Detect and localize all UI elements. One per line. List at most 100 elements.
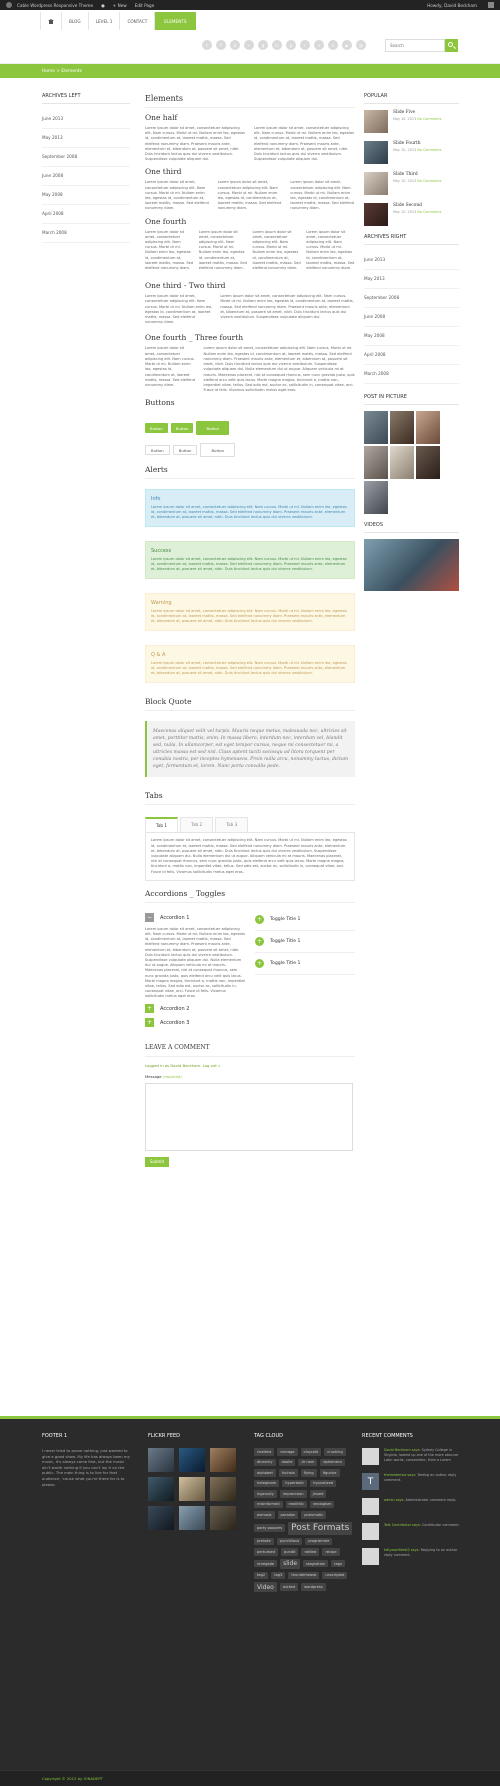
tag-link[interactable]: stagnation xyxy=(303,1559,329,1568)
picture-thumb[interactable] xyxy=(390,411,414,444)
comment-author[interactable]: Test Contributor says: xyxy=(384,1523,421,1527)
tag-link[interactable]: figurine xyxy=(319,1469,340,1477)
picture-thumb[interactable] xyxy=(416,446,440,479)
youtube-icon[interactable]: ▶ xyxy=(342,40,352,50)
tag-link[interactable]: rattled xyxy=(301,1548,320,1556)
tag-link[interactable]: doolie xyxy=(278,1458,296,1466)
twitter-icon[interactable]: t xyxy=(202,40,212,50)
picture-thumb[interactable] xyxy=(364,481,388,514)
nav-elements[interactable]: Elements xyxy=(155,12,196,30)
tag-link[interactable]: flying xyxy=(300,1469,317,1477)
archive-link[interactable]: April 2008 xyxy=(364,346,459,365)
tag-link[interactable]: pneumatic xyxy=(301,1511,327,1519)
tag-link[interactable]: party poopers xyxy=(254,1524,286,1532)
tag-link[interactable]: fuchsia xyxy=(278,1469,298,1477)
popular-post[interactable]: Slide Second May 10, 2013 No Comments xyxy=(364,203,459,226)
video-thumbnail[interactable] xyxy=(364,539,459,591)
flickr-thumb[interactable] xyxy=(210,1506,236,1530)
flickr-thumb[interactable] xyxy=(148,1506,174,1530)
flickr-thumb[interactable] xyxy=(148,1477,174,1501)
post-thumbnail[interactable] xyxy=(364,203,388,226)
tag-link[interactable]: hyperbolic xyxy=(282,1479,308,1487)
tab-1[interactable]: Tab 1 xyxy=(145,817,179,833)
flickr-thumb[interactable] xyxy=(210,1448,236,1472)
tag-link[interactable]: claycold xyxy=(300,1448,322,1456)
toggle-3[interactable]: + Toggle Title 1 xyxy=(255,953,355,975)
flickr-thumb[interactable] xyxy=(179,1448,205,1472)
linkedin-icon[interactable]: in xyxy=(272,40,282,50)
flickr-icon[interactable]: • xyxy=(244,40,254,50)
logged-in-link[interactable]: Logged in as David Beckham. Log out » xyxy=(145,1063,220,1068)
popular-post[interactable]: Slide Third May 10, 2013 No Comments xyxy=(364,172,459,195)
archive-link[interactable]: June 2008 xyxy=(364,308,459,327)
post-title[interactable]: Slide Fourth xyxy=(393,141,441,146)
post-thumbnail[interactable] xyxy=(364,110,388,133)
avatar[interactable]: T xyxy=(362,1473,379,1490)
tag-link[interactable]: ingenuity xyxy=(254,1490,277,1498)
green-button-small[interactable]: Button xyxy=(170,423,194,434)
tag-link[interactable]: punctilious xyxy=(276,1537,303,1545)
white-button-large[interactable]: Button xyxy=(200,443,236,458)
admin-site-link[interactable]: Cable Wordpress Responsive Theme xyxy=(17,3,93,8)
tag-link[interactable]: unscripted xyxy=(322,1571,348,1579)
avatar[interactable] xyxy=(362,1523,379,1540)
tag-link[interactable]: wordpress xyxy=(301,1583,326,1591)
tag-link[interactable]: perturbed xyxy=(254,1548,278,1556)
archive-link[interactable]: March 2008 xyxy=(364,365,459,384)
popular-post[interactable]: Slide Fourth May 10, 2013 No Comments xyxy=(364,141,459,164)
tab-2[interactable]: Tab 2 xyxy=(180,817,214,833)
tag-link[interactable]: ephemera xyxy=(320,1458,345,1466)
admin-avatar[interactable] xyxy=(488,2,494,8)
avatar[interactable] xyxy=(362,1548,379,1565)
tag-link[interactable]: alphabet xyxy=(254,1469,276,1477)
admin-user-link[interactable]: Howdy, David Beckham xyxy=(427,3,477,8)
rss-icon[interactable]: r xyxy=(300,40,310,50)
tag-link[interactable]: misinformed xyxy=(254,1500,283,1508)
tag-link[interactable]: prelude xyxy=(254,1537,274,1545)
tag-link[interactable]: hotegloom xyxy=(254,1479,280,1487)
tag-link[interactable]: slide xyxy=(280,1558,301,1569)
tag-link[interactable]: hypnotized xyxy=(310,1479,337,1487)
tag-link[interactable]: Post Formats xyxy=(288,1521,353,1535)
comment-author[interactable]: tellyworthtest2 says: xyxy=(384,1548,420,1552)
archive-link[interactable]: June 2013 xyxy=(42,110,130,129)
tag-link[interactable]: osmosis xyxy=(254,1511,275,1519)
tag-link[interactable]: paradox xyxy=(277,1511,299,1519)
tab-3[interactable]: Tab 3 xyxy=(215,817,249,833)
flickr-thumb[interactable] xyxy=(179,1477,205,1501)
archive-link[interactable]: June 2013 xyxy=(364,251,459,270)
tag-link[interactable]: renegade xyxy=(254,1559,278,1568)
accordion-3[interactable]: + Accordion 3 xyxy=(145,1018,245,1028)
accordion-1[interactable]: − Accordion 1 xyxy=(145,913,245,923)
tag-link[interactable]: recipe xyxy=(322,1548,340,1556)
comment-author[interactable]: David Beckham says: xyxy=(384,1448,420,1452)
toggle-1[interactable]: + Toggle Title 1 xyxy=(255,909,355,931)
facebook-icon[interactable]: f xyxy=(216,40,226,50)
accordion-2[interactable]: + Accordion 2 xyxy=(145,1004,245,1014)
tag-link[interactable]: dinarchy xyxy=(254,1458,276,1466)
archive-link[interactable]: April 2008 xyxy=(42,205,130,224)
green-button-small[interactable]: Button xyxy=(145,423,168,434)
archive-link[interactable]: September 2008 xyxy=(364,289,459,308)
avatar[interactable] xyxy=(362,1448,379,1465)
post-title[interactable]: Slide Third xyxy=(393,172,441,177)
tag-link[interactable]: dr nom xyxy=(298,1458,318,1466)
email-icon[interactable]: @ xyxy=(356,40,366,50)
white-button-small[interactable]: Button xyxy=(145,445,170,456)
admin-edit-link[interactable]: Edit Page xyxy=(135,3,155,8)
tag-link[interactable]: tags xyxy=(331,1559,345,1568)
avatar[interactable] xyxy=(362,1498,379,1515)
tag-link[interactable]: cienaga xyxy=(277,1448,298,1456)
archive-link[interactable]: May 2008 xyxy=(42,186,130,205)
archive-link[interactable]: September 2008 xyxy=(42,148,130,167)
tag-link[interactable]: chattels xyxy=(254,1448,275,1456)
picture-thumb[interactable] xyxy=(364,446,388,479)
skype-icon[interactable]: s xyxy=(314,40,324,50)
archive-link[interactable]: May 2008 xyxy=(364,327,459,346)
popular-post[interactable]: Slide Five May 10, 2013 No Comments xyxy=(364,110,459,133)
tag-link[interactable]: wicked xyxy=(279,1583,299,1591)
tag-link[interactable]: tag3 xyxy=(271,1571,286,1579)
tag-link[interactable]: programme xyxy=(305,1537,333,1545)
nav-blog[interactable]: Blog xyxy=(62,12,89,30)
tag-link[interactable]: tag2 xyxy=(254,1571,269,1579)
